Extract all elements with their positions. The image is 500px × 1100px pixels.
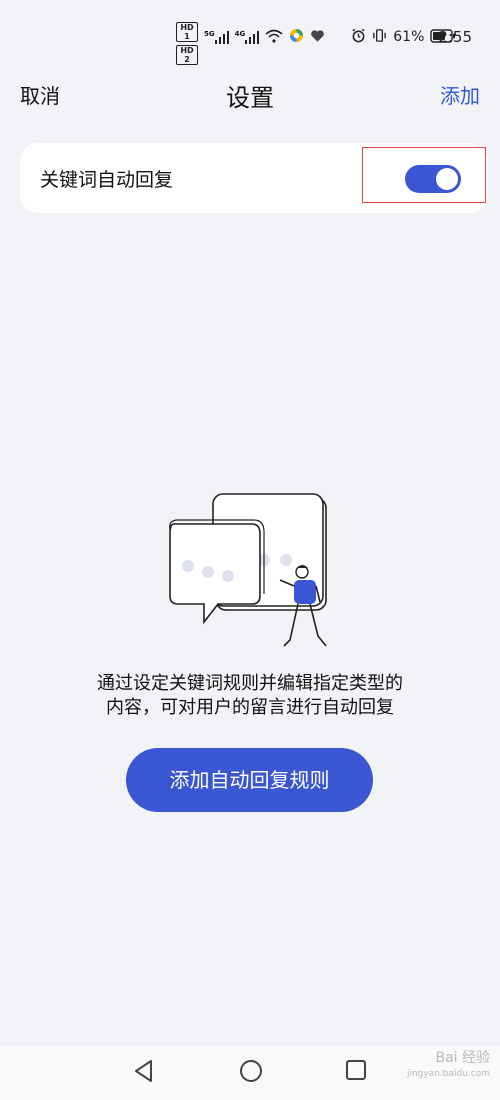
empty-state-illustration — [160, 490, 340, 664]
vibrate-icon — [372, 28, 387, 47]
setting-label: 关键词自动回复 — [40, 169, 174, 191]
home-icon[interactable] — [238, 1058, 264, 1088]
clock: 2:55 — [438, 28, 472, 46]
hd-indicator: HD 1 HD 2 — [176, 22, 200, 68]
heart-icon — [310, 28, 325, 47]
autoreply-toggle[interactable] — [405, 165, 461, 193]
signal2-label: 4G — [234, 30, 246, 38]
description-line-2: 内容，可对用户的留言进行自动回复 — [106, 697, 394, 718]
status-icons: 5G 4G 61% — [204, 26, 456, 48]
signal1-label: 5G — [204, 30, 215, 38]
nav-bar: 取消 设置 添加 — [0, 70, 500, 118]
recents-icon[interactable] — [344, 1058, 368, 1086]
hd2-badge: HD 2 — [176, 45, 198, 65]
empty-state-description: 通过设定关键词规则并编辑指定类型的 内容，可对用户的留言进行自动回复 — [40, 672, 460, 720]
wifi-icon — [265, 28, 283, 47]
app-icon — [289, 28, 304, 47]
description-line-1: 通过设定关键词规则并编辑指定类型的 — [97, 673, 403, 694]
status-bar: HD 1 HD 2 5G 4G 61% 2:55 — [0, 0, 500, 70]
watermark-text: Bai 经验 — [435, 1050, 490, 1066]
add-autoreply-rule-button[interactable]: 添加自动回复规则 — [126, 748, 373, 812]
signal-icon: 4G — [235, 30, 260, 44]
add-button[interactable]: 添加 — [440, 80, 480, 109]
signal-icon: 5G — [204, 30, 229, 44]
battery-percent: 61% — [393, 29, 425, 45]
chat-bubbles-illustration — [169, 493, 327, 647]
hd1-badge: HD 1 — [176, 22, 198, 42]
page-title: 设置 — [226, 84, 274, 112]
toggle-knob — [436, 168, 458, 190]
watermark-url: jingyan.baidu.com — [406, 1069, 490, 1079]
watermark: Bai 经验 jingyan.baidu.com — [407, 1050, 490, 1082]
alarm-icon — [351, 28, 366, 47]
system-nav-bar: Bai 经验 jingyan.baidu.com — [0, 1046, 500, 1100]
keyword-autoreply-card: 关键词自动回复 — [20, 143, 488, 213]
back-icon[interactable] — [132, 1058, 156, 1088]
